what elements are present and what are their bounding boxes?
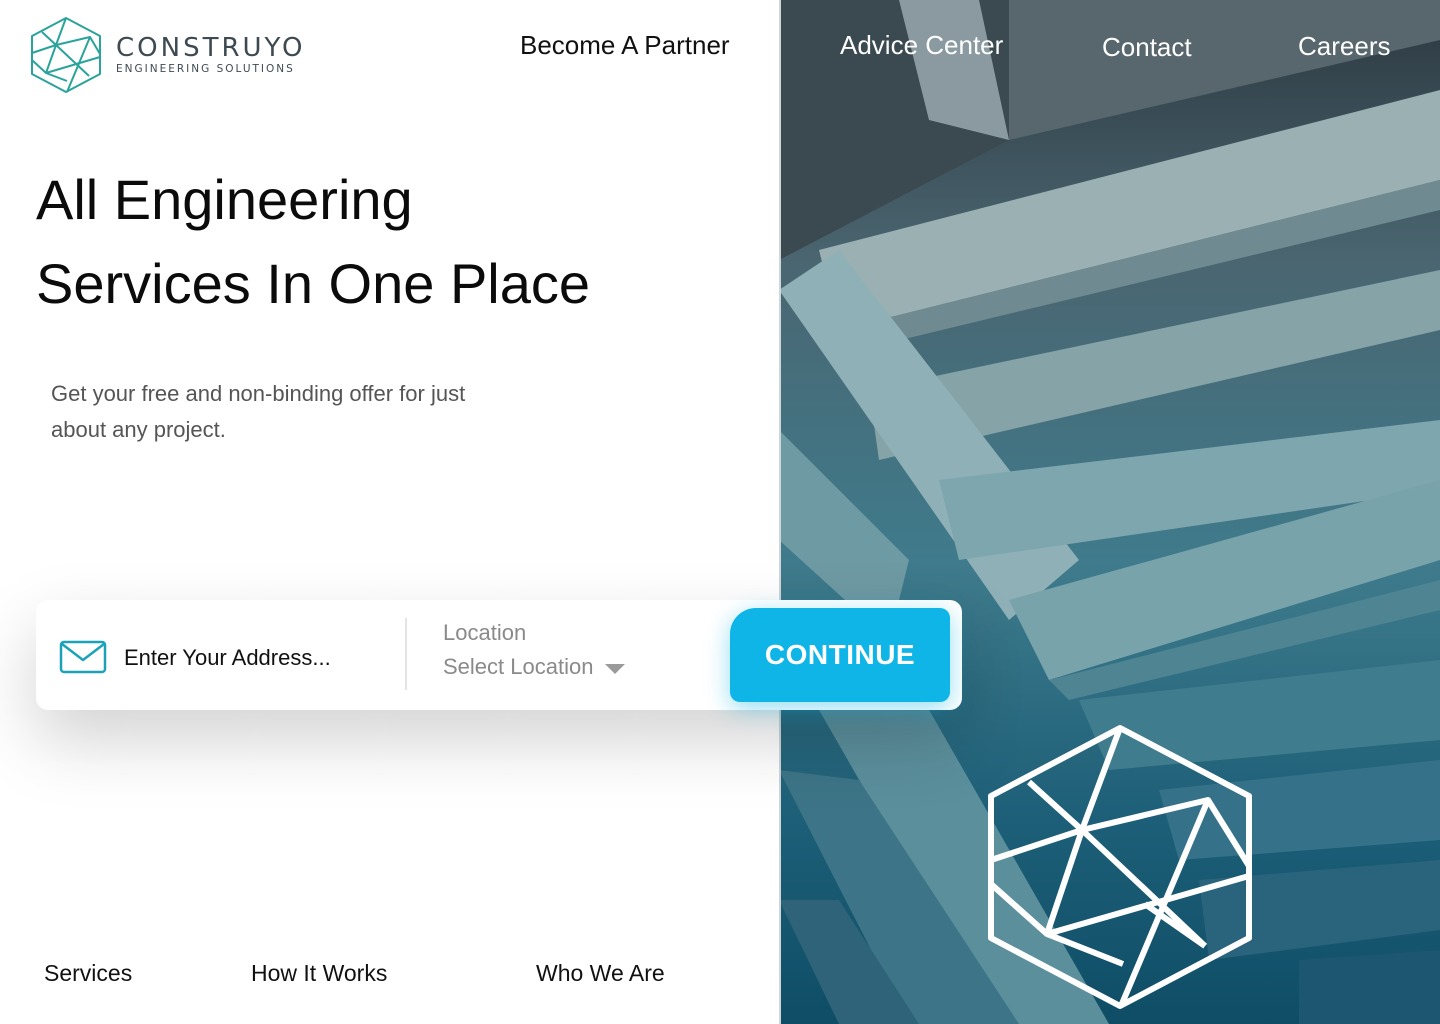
hero-headline: All Engineering Services In One Place [36, 158, 590, 326]
address-input[interactable] [124, 638, 394, 678]
headline-line-2: Services In One Place [36, 252, 591, 315]
headline-line-1: All Engineering [36, 168, 413, 231]
brand-tagline: ENGINEERING SOLUTIONS [116, 63, 295, 75]
nav-careers[interactable]: Careers [1298, 31, 1390, 62]
panel-divider [779, 0, 781, 1024]
brand-logo[interactable]: CONSTRUYO ENGINEERING SOLUTIONS [30, 16, 305, 94]
brand-name: CONSTRUYO [116, 33, 306, 63]
field-divider [405, 618, 407, 690]
bottom-nav-who-we-are[interactable]: Who We Are [536, 960, 665, 987]
nav-become-partner[interactable]: Become A Partner [520, 30, 730, 61]
construyo-mark-icon [988, 725, 1252, 1009]
mail-icon [59, 640, 107, 674]
nav-contact[interactable]: Contact [1102, 32, 1192, 63]
location-select-value: Select Location [443, 654, 594, 679]
location-select[interactable]: Select Location [443, 654, 626, 680]
caret-down-icon [605, 664, 626, 674]
nav-advice-center[interactable]: Advice Center [840, 30, 1003, 61]
location-label: Location [443, 620, 527, 645]
continue-button[interactable]: CONTINUE [730, 608, 950, 702]
quote-form: Location Select Location CONTINUE [36, 600, 962, 710]
construyo-logo-icon [31, 17, 101, 93]
hero-subtext: Get your free and non-binding offer for … [51, 381, 466, 442]
bottom-nav-services[interactable]: Services [44, 960, 132, 987]
bottom-nav-how-it-works[interactable]: How It Works [251, 960, 387, 987]
